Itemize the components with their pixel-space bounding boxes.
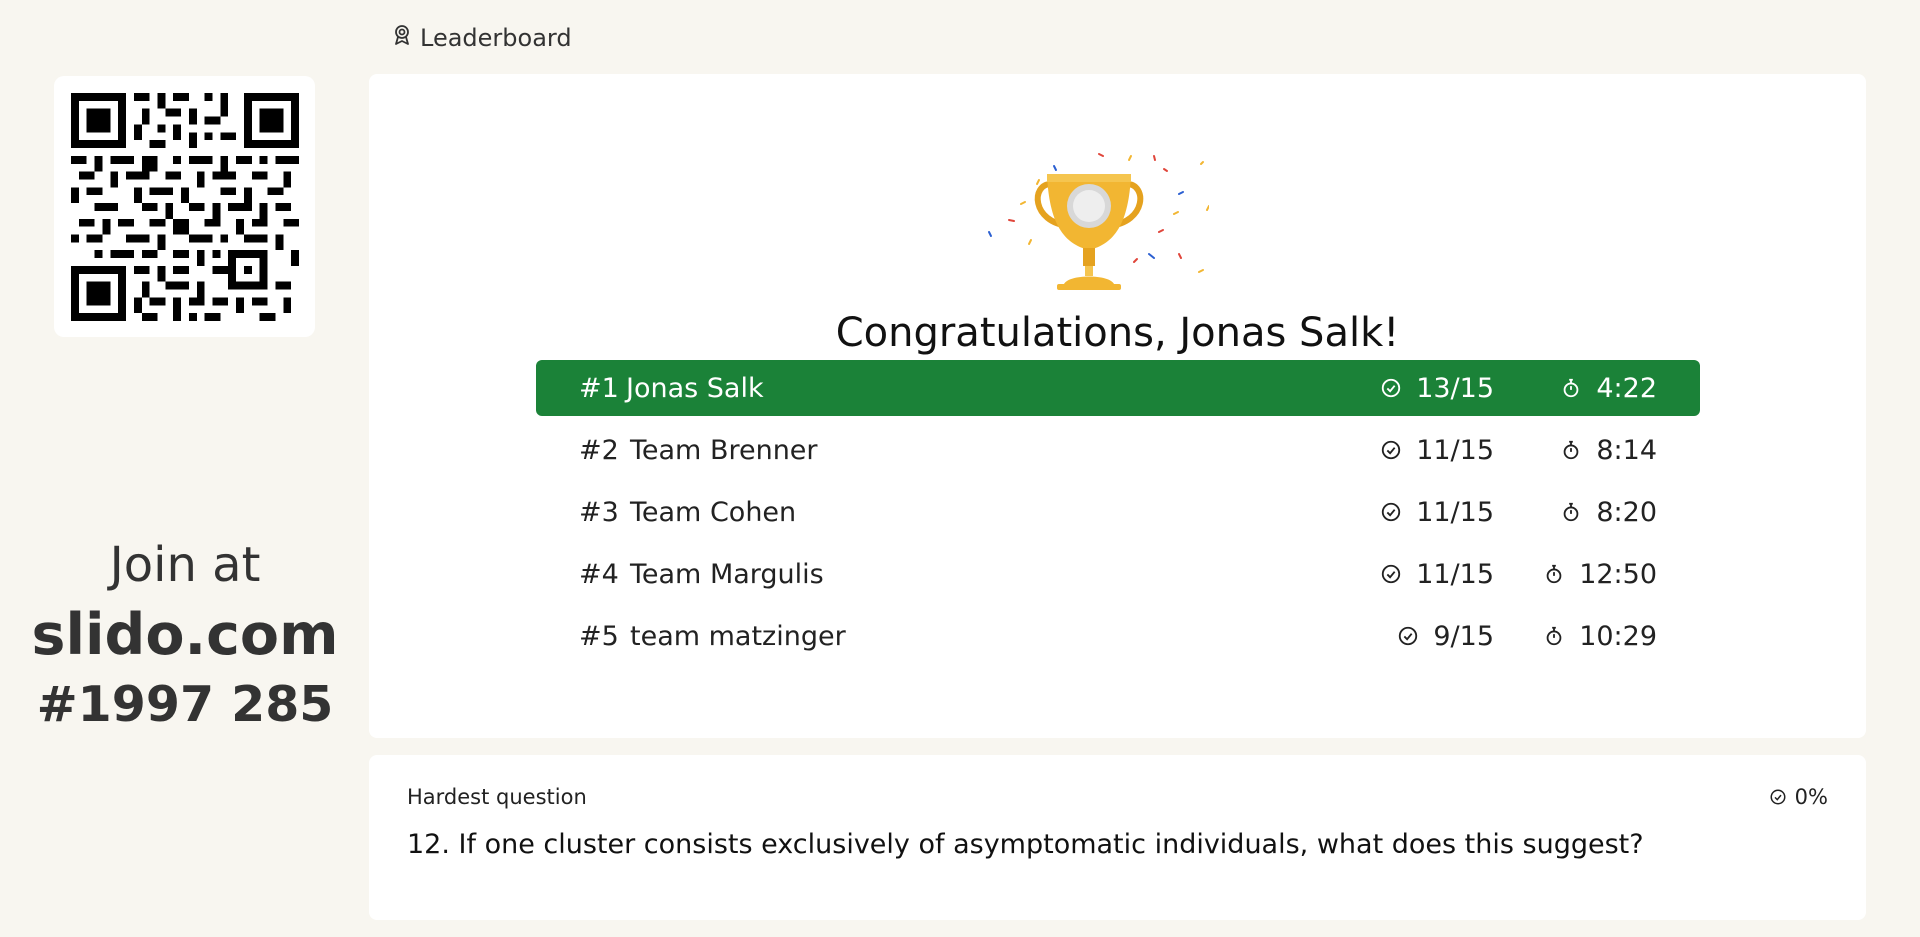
time: 4:22 — [1560, 373, 1657, 404]
score: 11/15 — [1380, 497, 1494, 528]
score-value: 11/15 — [1416, 434, 1494, 466]
hardest-question-label: Hardest question — [407, 785, 587, 809]
score-value: 13/15 — [1416, 372, 1494, 404]
stopwatch-icon — [1546, 626, 1562, 646]
rank: #5 — [579, 620, 619, 652]
time-value: 8:20 — [1596, 496, 1657, 528]
leaderboard-row: #2 Team Brenner 11/15 8:14 — [536, 422, 1700, 478]
time: 8:14 — [1560, 435, 1657, 466]
check-circle-icon — [1382, 440, 1401, 460]
time-value: 4:22 — [1596, 372, 1657, 404]
join-info: Join at slido.com #1997 285 — [0, 530, 370, 740]
stopwatch-icon — [1546, 564, 1562, 584]
leaderboard-card: Congratulations, Jonas Salk! #1 Jonas Sa… — [369, 74, 1866, 738]
check-circle-icon — [1770, 789, 1786, 805]
score: 9/15 — [1397, 621, 1494, 652]
score: 11/15 — [1380, 435, 1494, 466]
score: 11/15 — [1380, 559, 1494, 590]
join-lead: Join at — [109, 537, 261, 593]
participant-name: Team Cohen — [630, 496, 797, 528]
stopwatch-icon — [1564, 440, 1579, 460]
stopwatch-icon — [1564, 502, 1579, 522]
score-value: 9/15 — [1433, 620, 1494, 652]
participant-name: team matzinger — [630, 620, 846, 652]
leaderboard-row: #4 Team Margulis 11/15 12:50 — [536, 546, 1700, 602]
congratulations-title: Congratulations, Jonas Salk! — [835, 310, 1400, 356]
check-circle-icon — [1382, 502, 1401, 522]
leaderboard-header: Leaderboard — [390, 20, 572, 56]
qr-code — [54, 76, 315, 337]
score-value: 11/15 — [1416, 558, 1494, 590]
participant-name: Team Margulis — [630, 558, 824, 590]
time: 12:50 — [1543, 559, 1657, 590]
award-icon — [390, 23, 414, 53]
join-code: #1997 285 — [36, 676, 334, 733]
time-value: 8:14 — [1596, 434, 1657, 466]
percent-value: 0% — [1794, 785, 1828, 809]
hardest-question-card: Hardest question 0% 12. If one cluster c… — [369, 755, 1866, 920]
trophy-icon — [988, 153, 1209, 290]
time: 10:29 — [1543, 621, 1657, 652]
leaderboard-row: #1 Jonas Salk 13/15 4:22 — [536, 360, 1700, 416]
qr-code-image — [70, 92, 299, 321]
score: 13/15 — [1380, 373, 1494, 404]
time-value: 10:29 — [1579, 620, 1657, 652]
score-value: 11/15 — [1416, 496, 1494, 528]
time-value: 12:50 — [1579, 558, 1657, 590]
rank: #3 — [579, 496, 619, 528]
rank: #1 — [579, 372, 619, 404]
rank: #4 — [579, 558, 619, 590]
participant-name: Jonas Salk — [626, 372, 764, 404]
time: 8:20 — [1560, 497, 1657, 528]
header-title: Leaderboard — [420, 24, 572, 52]
leaderboard-list: #1 Jonas Salk 13/15 4:22 #2 Team Brenner… — [536, 360, 1700, 670]
leaderboard-row: #5 team matzinger 9/15 10:29 — [536, 608, 1700, 664]
check-circle-icon — [1382, 378, 1401, 398]
check-circle-icon — [1382, 564, 1401, 584]
hardest-question-percent: 0% — [1769, 785, 1828, 809]
check-circle-icon — [1399, 626, 1418, 646]
rank: #2 — [579, 434, 619, 466]
leaderboard-row: #3 Team Cohen 11/15 8:20 — [536, 484, 1700, 540]
participant-name: Team Brenner — [630, 434, 818, 466]
stopwatch-icon — [1564, 378, 1579, 398]
join-site: slido.com — [31, 602, 339, 668]
hardest-question-text: 12. If one cluster consists exclusively … — [407, 829, 1644, 860]
